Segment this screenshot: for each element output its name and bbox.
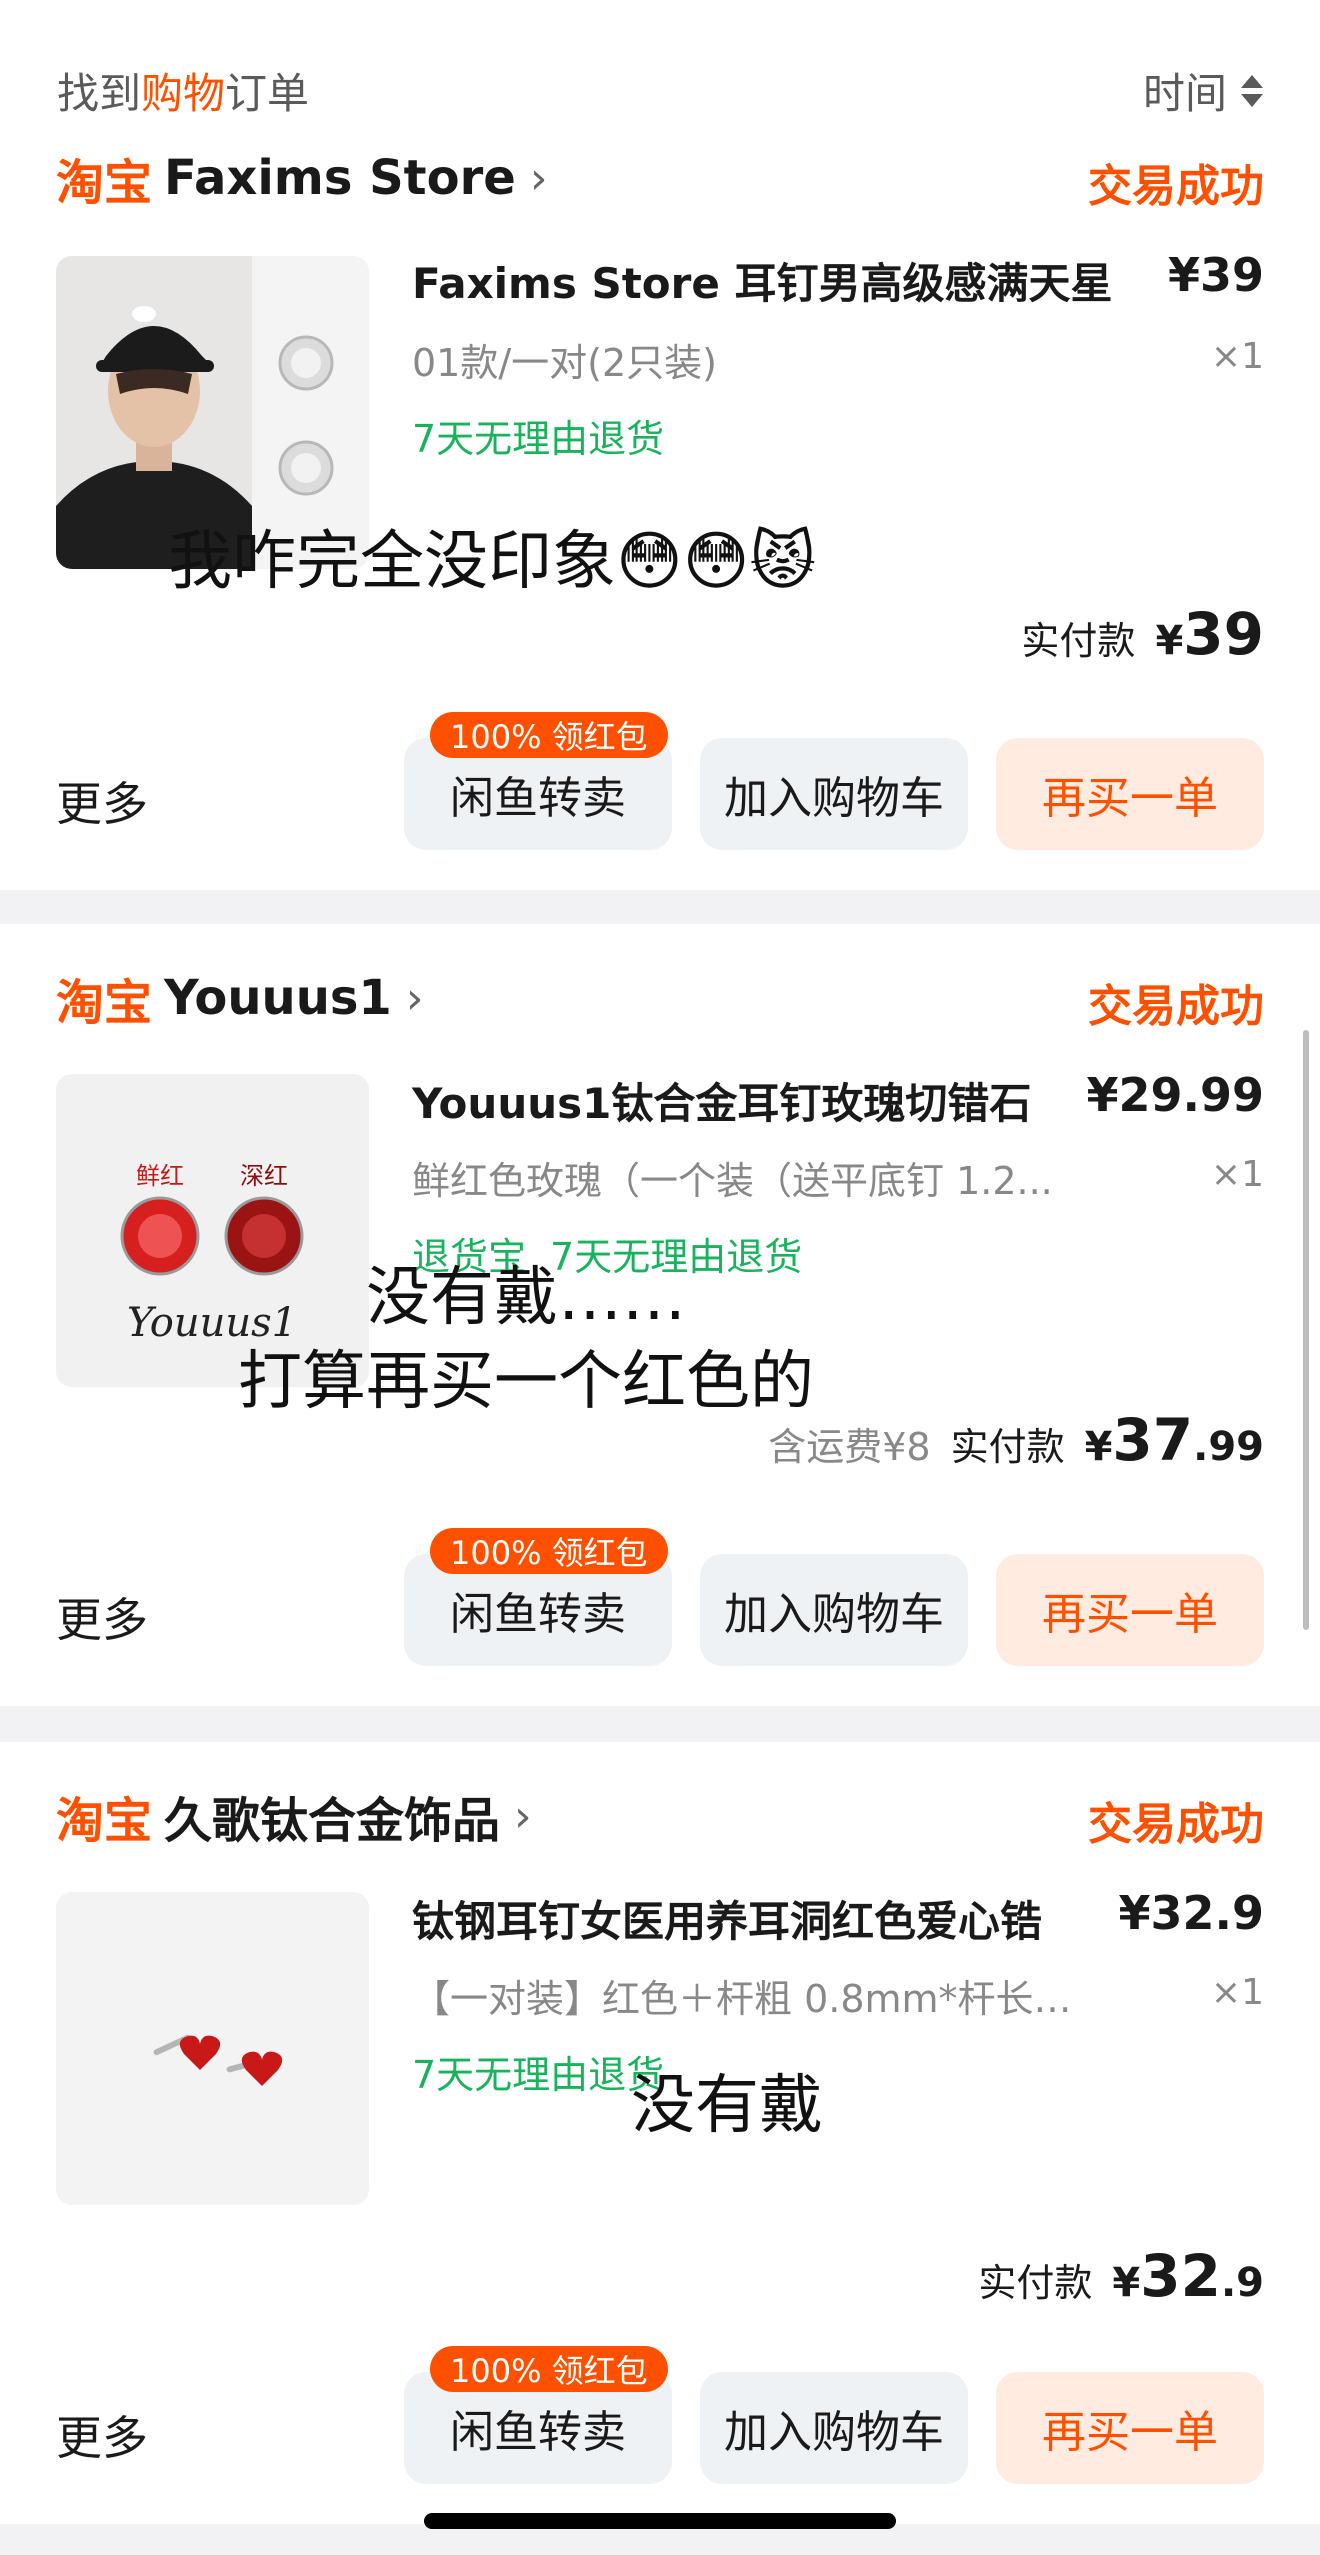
shop-link[interactable]: 淘宝 Faxims Store › xyxy=(56,146,548,211)
scrollbar[interactable] xyxy=(1303,1030,1309,1630)
service-tag: 7天无理由退货 xyxy=(412,2053,665,2097)
taobao-logo: 淘宝 xyxy=(56,155,153,211)
shop-name: Youuus1 xyxy=(164,970,392,1026)
product-spec: 01款/一对(2只装) xyxy=(412,341,717,385)
order-status: 交易成功 xyxy=(1088,1799,1264,1850)
caption-line: 打算再买一个红色的 xyxy=(238,1345,814,1419)
sort-label: 时间 xyxy=(1142,69,1227,118)
paid-label: 实付款 xyxy=(978,2261,1093,2305)
sort-icon xyxy=(1241,74,1263,107)
product-title[interactable]: Youuus1钛合金耳钉玫瑰切错石 xyxy=(412,1070,1031,1131)
chevron-right-icon: › xyxy=(405,972,424,1024)
caption-line: 没有戴…… xyxy=(366,1261,686,1335)
add-to-cart-button[interactable]: 加入购物车 xyxy=(700,738,968,850)
product-price: ¥32.9 xyxy=(1118,1886,1264,1940)
more-button[interactable]: 更多 xyxy=(56,2402,148,2468)
product-spec: 鲜红色玫瑰（一个装（送平底钉 1.2... xyxy=(412,1159,1053,1203)
red-packet-badge: 100% 领红包 xyxy=(430,1528,668,1574)
shop-name: Faxims Store xyxy=(164,150,516,206)
add-to-cart-button[interactable]: 加入购物车 xyxy=(700,2372,968,2484)
title-prefix: 找到 xyxy=(57,69,142,118)
service-tag: 7天无理由退货 xyxy=(412,417,665,461)
taobao-logo: 淘宝 xyxy=(56,975,153,1031)
thumb-label-1: 鲜红 xyxy=(136,1162,184,1190)
shipping-fee: 含运费¥8 xyxy=(768,1425,931,1469)
top-bar: 找到购物订单 时间 xyxy=(0,0,1320,140)
page-title: 找到购物订单 xyxy=(57,60,309,121)
product-quantity: ×1 xyxy=(1210,1154,1264,1195)
red-packet-badge: 100% 领红包 xyxy=(430,712,668,758)
overlay-caption: 我咋完全没印象😳😳😾 xyxy=(168,520,816,604)
paid-value: ¥37.99 xyxy=(1084,1406,1264,1474)
more-button[interactable]: 更多 xyxy=(56,1584,148,1650)
order-card: 淘宝 Faxims Store › 交易成功 Faxims Store 耳钉男高… xyxy=(0,140,1320,890)
product-thumbnail[interactable] xyxy=(56,1892,369,2205)
product-price: ¥29.99 xyxy=(1086,1068,1264,1122)
title-suffix: 订单 xyxy=(225,69,310,118)
order-status: 交易成功 xyxy=(1088,161,1264,212)
thumb-label-2: 深红 xyxy=(240,1162,288,1190)
chevron-right-icon: › xyxy=(514,1790,532,1842)
sort-by-time-button[interactable]: 时间 xyxy=(1143,60,1263,121)
order-card: 淘宝 久歌钛合金饰品 › 交易成功 钛钢耳钉女医用养耳洞红色爱心锆 ¥32.9 … xyxy=(0,1742,1320,2524)
paid-amount: 含运费¥8 实付款 ¥37.99 xyxy=(768,1406,1264,1474)
product-price: ¥39 xyxy=(1167,248,1264,302)
buy-again-button[interactable]: 再买一单 xyxy=(996,1554,1264,1666)
order-card: 淘宝 Youuus1 › 交易成功 鲜红 深红 Youuus1 Youuus1钛… xyxy=(0,924,1320,1706)
paid-value: ¥39 xyxy=(1155,600,1264,668)
product-title[interactable]: 钛钢耳钉女医用养耳洞红色爱心锆 xyxy=(412,1888,1042,1949)
buy-again-button[interactable]: 再买一单 xyxy=(996,2372,1264,2484)
overlay-caption: 没有戴…… 打算再买一个红色的 xyxy=(238,1256,814,1424)
shop-link[interactable]: 淘宝 Youuus1 › xyxy=(56,966,424,1031)
paid-amount: 实付款 ¥39 xyxy=(1021,600,1264,668)
shop-link[interactable]: 淘宝 久歌钛合金饰品 › xyxy=(56,1784,532,1850)
taobao-logo: 淘宝 xyxy=(56,1793,153,1849)
paid-label: 实付款 xyxy=(1021,619,1136,663)
product-quantity: ×1 xyxy=(1210,336,1264,377)
order-status: 交易成功 xyxy=(1088,981,1264,1032)
overlay-caption: 没有戴 xyxy=(631,2064,823,2148)
caption-line: 我咋完全没印象😳😳😾 xyxy=(168,525,817,599)
chevron-right-icon: › xyxy=(529,152,548,204)
service-tags: 7天无理由退货 xyxy=(412,408,664,463)
caption-line: 没有戴 xyxy=(631,2069,823,2143)
more-button[interactable]: 更多 xyxy=(56,768,148,834)
product-image xyxy=(56,1892,369,2205)
service-tags: 7天无理由退货 xyxy=(412,2044,664,2099)
paid-label: 实付款 xyxy=(950,1425,1065,1469)
paid-value: ¥32.9 xyxy=(1112,2242,1264,2310)
product-title[interactable]: Faxims Store 耳钉男高级感满天星 xyxy=(412,250,1112,311)
red-packet-badge: 100% 领红包 xyxy=(430,2346,668,2392)
product-quantity: ×1 xyxy=(1210,1972,1264,2013)
buy-again-button[interactable]: 再买一单 xyxy=(996,738,1264,850)
shop-name: 久歌钛合金饰品 xyxy=(164,1793,501,1849)
home-indicator[interactable] xyxy=(424,2513,896,2529)
product-spec: 【一对装】红色＋杆粗 0.8mm*杆长 6... xyxy=(412,1977,1072,2021)
title-highlight: 购物 xyxy=(141,69,226,118)
add-to-cart-button[interactable]: 加入购物车 xyxy=(700,1554,968,1666)
paid-amount: 实付款 ¥32.9 xyxy=(978,2242,1264,2310)
